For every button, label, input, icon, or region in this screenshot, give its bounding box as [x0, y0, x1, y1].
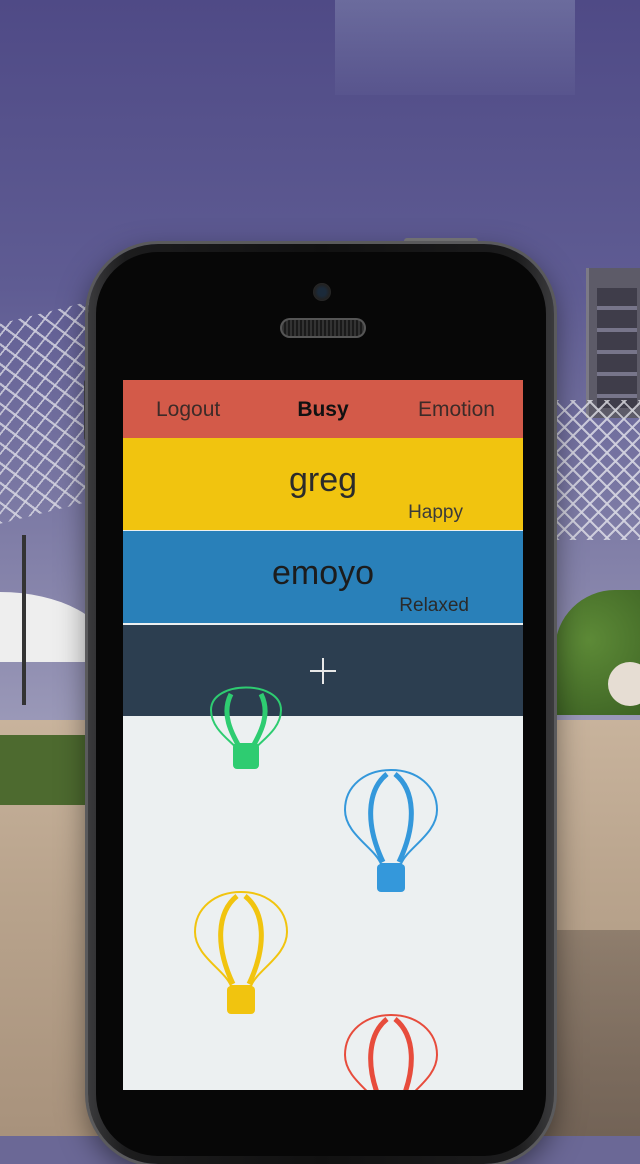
contact-row-greg[interactable]: greg Happy [123, 438, 523, 530]
pavement-shadow [540, 930, 640, 1136]
front-camera [313, 283, 331, 301]
green-balloon-icon [209, 686, 283, 769]
contact-name: emoyo [271, 554, 375, 592]
lamp-pole [22, 535, 26, 705]
contact-row-emoyo[interactable]: emoyo Relaxed [123, 531, 523, 623]
contact-name: greg [288, 461, 358, 499]
navigation-bar: Logout Busy Emotion [123, 380, 523, 438]
app-screen: Logout Busy Emotion greg Happy emoyo Rel… [123, 380, 523, 1090]
red-balloon-icon [343, 1013, 439, 1090]
contact-status: Happy [408, 502, 463, 523]
building [586, 268, 640, 418]
blue-balloon-icon [343, 768, 439, 892]
window-glare [335, 0, 575, 95]
earpiece-speaker [280, 318, 366, 338]
add-contact-button[interactable] [123, 625, 523, 716]
yellow-balloon-icon [193, 890, 289, 1014]
steel-truss-right [540, 400, 640, 540]
emotion-button[interactable]: Emotion [418, 397, 495, 423]
plus-icon [310, 658, 336, 684]
contact-status: Relaxed [399, 595, 469, 616]
